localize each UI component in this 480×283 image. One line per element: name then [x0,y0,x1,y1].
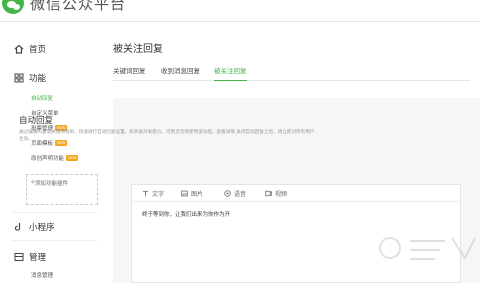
tool-label: 语音 [234,191,247,198]
sidebar-section-management[interactable]: 管理 [14,251,46,263]
sidebar-divider [12,212,97,213]
tool-label: 图片 [191,191,204,198]
editor-toolbar: 文字 图片 语音 视频 [132,185,460,202]
sidebar-item-original-declaration[interactable]: 原创声明功能 NEW [31,154,79,162]
panel-title: 自动回复 [19,116,54,126]
tab-keyword-reply[interactable]: 关键词回复 [113,67,146,81]
image-tool-button[interactable]: 图片 [181,189,203,198]
text-tool-button[interactable]: 文字 [142,189,164,198]
page-title: 被关注回复 [113,44,163,55]
sidebar-divider [12,240,97,241]
mini-program-icon [14,223,21,231]
voice-tool-button[interactable]: 语音 [224,189,246,198]
add-plugin-label: 添加功能插件 [35,181,69,187]
new-badge: NEW [66,155,79,161]
wechat-logo-icon[interactable] [2,0,24,14]
sidebar-section-label: 管理 [29,253,47,263]
features-icon [14,73,24,83]
sidebar-item-label: 小程序 [29,223,55,233]
video-icon [265,190,272,197]
tab-message-reply[interactable]: 收到消息回复 [161,67,200,81]
image-icon [181,190,188,197]
voice-icon [224,190,231,197]
home-icon [14,44,24,54]
app-title[interactable]: 微信公众平台 [30,0,126,14]
sidebar-item-auto-reply[interactable]: 自动回复 [31,94,53,102]
tool-label: 视频 [275,191,288,198]
reply-content-input[interactable]: 终于等到你，让我们出来为你作为开 [142,210,230,218]
add-plugin-button[interactable]: + 添加功能插件 [26,174,98,205]
video-tool-button[interactable]: 视频 [265,189,287,198]
sidebar-item-messages[interactable]: 消息管理 [31,271,53,279]
tab-bar: 关键词回复 收到消息回复 被关注回复 [113,67,470,81]
sidebar-section-label: 功能 [29,74,47,84]
top-bar: 微信公众平台 [0,0,480,22]
sidebar: 首页 功能 自动回复 自定义菜单 投票管理 NEW 页面模板 NEW 原创声明功… [0,22,103,283]
sidebar-item-label: 原创声明功能 [31,156,65,162]
sidebar-item-label: 首页 [29,45,47,55]
panel-description: 通过编辑内容或关键词规则，快速进行自动回复设置。如具备开发能力，可更灵活地使用该… [19,130,315,142]
sidebar-item-label: 自动回复 [31,96,54,102]
management-icon [14,253,24,261]
sidebar-item-home[interactable]: 首页 [14,43,46,55]
tool-label: 文字 [152,191,165,198]
sidebar-section-features[interactable]: 功能 [14,72,46,84]
tab-follow-reply[interactable]: 被关注回复 [214,67,247,81]
sidebar-item-mini-program[interactable]: 小程序 [14,221,55,233]
watermark-logo [379,237,476,261]
text-icon [142,190,149,197]
sidebar-item-label: 消息管理 [31,273,54,279]
